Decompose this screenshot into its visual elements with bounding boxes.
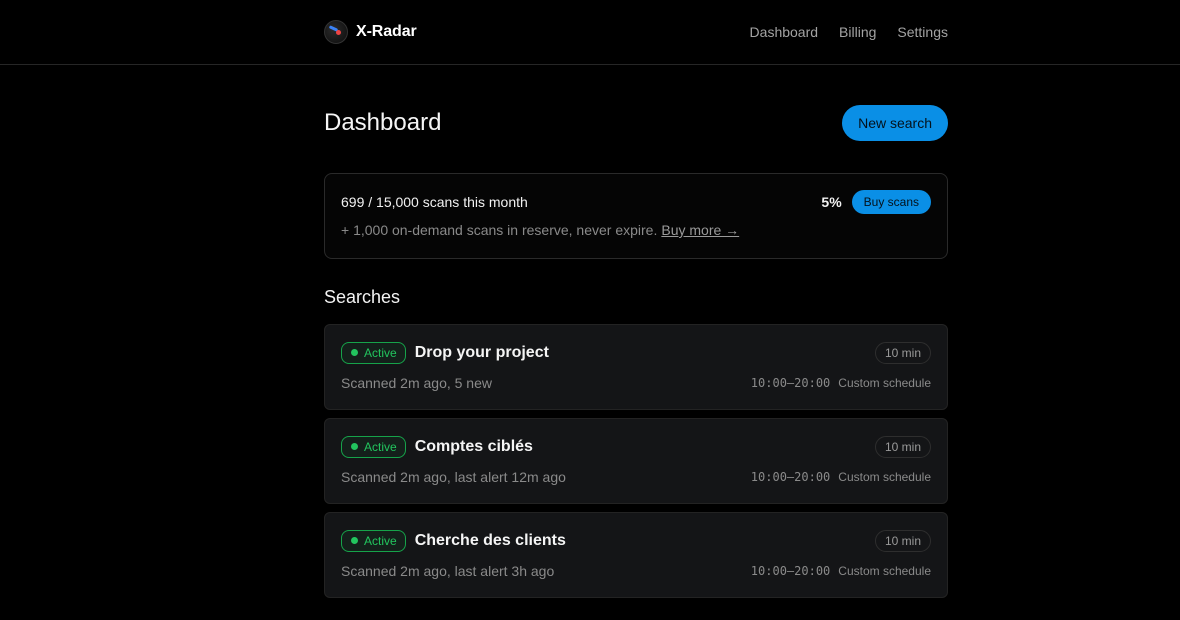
last-scan-text: Scanned 2m ago, 5 new xyxy=(341,374,492,391)
status-label: Active xyxy=(364,439,397,454)
schedule-label: Custom schedule xyxy=(838,563,931,578)
page-title: Dashboard xyxy=(324,109,442,136)
brand-link[interactable]: X-Radar xyxy=(324,20,417,44)
status-badge: Active xyxy=(341,435,406,458)
schedule-label: Custom schedule xyxy=(838,375,931,390)
search-name: Comptes ciblés xyxy=(414,437,533,455)
search-list: Active Drop your project 10 min Scanned … xyxy=(324,323,948,598)
search-card-footer: Scanned 2m ago, 5 new 10:00–20:00 Custom… xyxy=(341,374,931,392)
usage-summary-row: 699 / 15,000 scans this month 5% Buy sca… xyxy=(341,190,931,214)
usage-card: 699 / 15,000 scans this month 5% Buy sca… xyxy=(324,173,948,259)
scan-interval-badge: 10 min xyxy=(874,435,931,458)
search-card-footer: Scanned 2m ago, last alert 3h ago 10:00–… xyxy=(341,562,931,580)
schedule-info: 10:00–20:00 Custom schedule xyxy=(751,376,931,390)
radar-blip-mark xyxy=(336,30,341,35)
reserve-text: + 1,000 on-demand scans in reserve, neve… xyxy=(341,222,658,238)
search-card[interactable]: Active Drop your project 10 min Scanned … xyxy=(324,323,948,410)
main-nav: Dashboard Billing Settings xyxy=(750,24,948,40)
search-card-footer: Scanned 2m ago, last alert 12m ago 10:00… xyxy=(341,468,931,486)
new-search-button[interactable]: New search xyxy=(842,105,948,141)
app-name: X-Radar xyxy=(356,23,417,40)
search-name: Drop your project xyxy=(414,343,549,361)
search-card-title-group: Active Drop your project xyxy=(341,341,549,364)
schedule-time-window: 10:00–20:00 xyxy=(750,563,831,578)
search-card-header: Active Drop your project 10 min xyxy=(341,341,931,364)
top-navigation-bar: X-Radar Dashboard Billing Settings xyxy=(0,0,1180,65)
scan-interval-badge: 10 min xyxy=(874,529,931,552)
search-card[interactable]: Active Cherche des clients 10 min Scanne… xyxy=(324,511,948,598)
search-card-header: Active Comptes ciblés 10 min xyxy=(341,435,931,458)
status-dot-icon xyxy=(351,349,358,357)
scan-interval-badge: 10 min xyxy=(874,341,931,364)
buy-scans-button[interactable]: Buy scans xyxy=(851,190,931,214)
schedule-info: 10:00–20:00 Custom schedule xyxy=(751,564,931,578)
schedule-time-window: 10:00–20:00 xyxy=(750,469,831,484)
status-dot-icon xyxy=(351,443,358,451)
nav-item-dashboard[interactable]: Dashboard xyxy=(750,24,819,40)
usage-actions: 5% Buy scans xyxy=(821,190,931,214)
buy-more-link[interactable]: Buy more → xyxy=(661,222,739,238)
scan-usage-count: 699 / 15,000 scans this month xyxy=(341,194,528,210)
main-content: Dashboard New search 699 / 15,000 scans … xyxy=(324,65,948,606)
search-card-title-group: Active Cherche des clients xyxy=(341,529,566,552)
page-header: Dashboard New search xyxy=(324,105,948,141)
search-card-header: Active Cherche des clients 10 min xyxy=(341,529,931,552)
status-badge: Active xyxy=(341,341,406,364)
schedule-info: 10:00–20:00 Custom schedule xyxy=(751,470,931,484)
usage-percent: 5% xyxy=(821,194,842,210)
status-label: Active xyxy=(364,533,397,548)
search-card-title-group: Active Comptes ciblés xyxy=(341,435,533,458)
status-badge: Active xyxy=(341,529,406,552)
top-navigation-inner: X-Radar Dashboard Billing Settings xyxy=(324,0,948,64)
searches-section-title: Searches xyxy=(324,287,401,307)
status-label: Active xyxy=(364,345,397,360)
search-card[interactable]: Active Comptes ciblés 10 min Scanned 2m … xyxy=(324,417,948,504)
reserve-note: + 1,000 on-demand scans in reserve, neve… xyxy=(341,222,931,238)
schedule-time-window: 10:00–20:00 xyxy=(750,375,831,390)
radar-logo-icon xyxy=(324,20,348,44)
last-scan-text: Scanned 2m ago, last alert 3h ago xyxy=(341,562,555,579)
schedule-label: Custom schedule xyxy=(838,469,931,484)
search-name: Cherche des clients xyxy=(414,531,566,549)
nav-item-billing[interactable]: Billing xyxy=(839,24,876,40)
last-scan-text: Scanned 2m ago, last alert 12m ago xyxy=(341,468,566,485)
status-dot-icon xyxy=(351,537,358,545)
nav-item-settings[interactable]: Settings xyxy=(897,24,948,40)
